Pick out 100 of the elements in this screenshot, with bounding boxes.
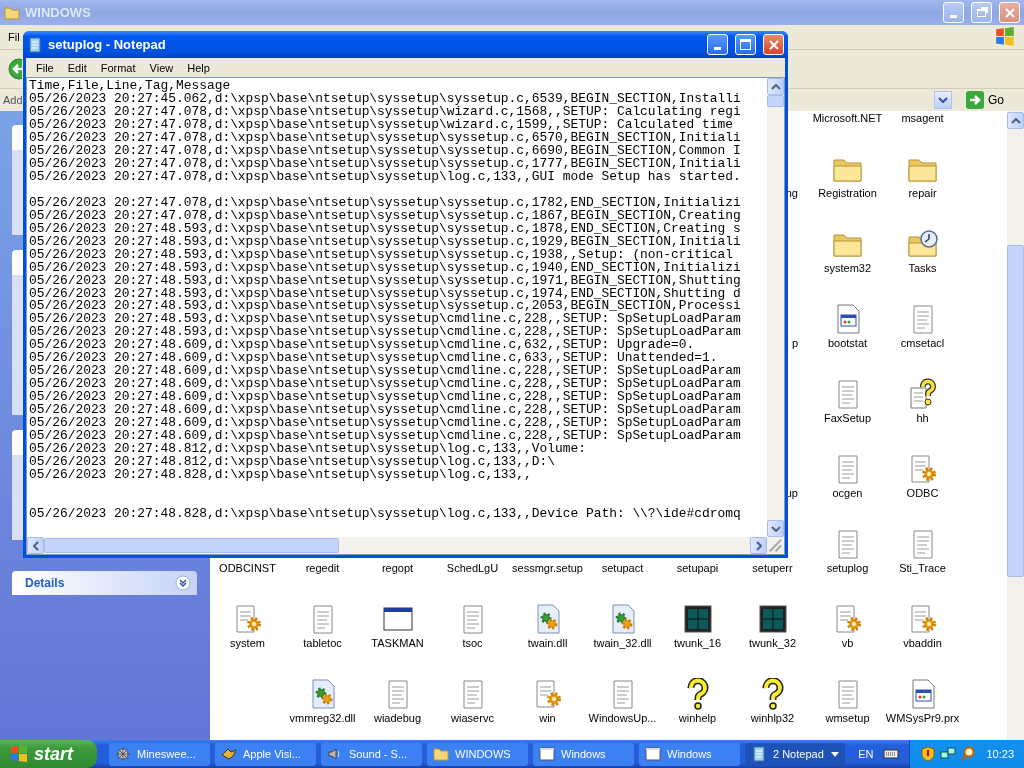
menu-item[interactable]: Edit	[63, 61, 91, 74]
file-label[interactable]: vbaddin	[903, 637, 942, 649]
window-title: WINDOWS	[25, 5, 91, 20]
caret-icon	[1010, 117, 1021, 124]
file-label[interactable]: Registration	[818, 187, 877, 199]
scroll-up-button[interactable]	[1007, 112, 1024, 129]
network-icon[interactable]	[940, 746, 957, 762]
file-label[interactable]: Sti_Trace	[899, 562, 946, 574]
window-icon	[645, 746, 661, 762]
file-label[interactable]: tsoc	[462, 637, 483, 649]
file-label[interactable]: ODBCINST	[219, 562, 276, 574]
file-label[interactable]: ocgen	[832, 487, 863, 499]
dropdown-button[interactable]	[934, 91, 952, 109]
file-label[interactable]: setuplog	[826, 562, 869, 574]
keyboard-icon[interactable]	[883, 748, 900, 760]
arrow-icon	[966, 91, 984, 109]
file-label[interactable]: wiadebug	[373, 712, 422, 724]
clock: 10:23	[986, 748, 1014, 760]
scroll-up-button[interactable]	[767, 78, 784, 95]
taskbar-button[interactable]: 2 Notepad	[745, 742, 845, 766]
file-label[interactable]: FaxSetup	[823, 412, 872, 424]
file-label[interactable]: WMSysPr9.prx	[885, 712, 960, 724]
scroll-thumb[interactable]	[44, 538, 339, 553]
file-label[interactable]: twunk_32	[748, 637, 797, 649]
file-label[interactable]: TASKMAN	[371, 637, 424, 649]
file-label[interactable]: twain_32.dll	[593, 637, 652, 649]
close-button[interactable]	[763, 34, 784, 55]
menu-item[interactable]: Format	[96, 61, 140, 74]
menu-item[interactable]: Help	[183, 61, 214, 74]
file-label[interactable]: setupapi	[676, 562, 719, 574]
close-icon	[1004, 7, 1015, 18]
language-indicator[interactable]: EN	[858, 748, 874, 760]
file-label[interactable]: ODBC	[906, 487, 939, 499]
scroll-down-button[interactable]	[767, 520, 784, 537]
taskbar-button[interactable]: WINDOWS	[427, 742, 528, 766]
file-label[interactable]: repair	[908, 187, 937, 199]
file-label[interactable]: setuperr	[752, 562, 793, 574]
scrollbar[interactable]	[767, 78, 784, 537]
scrollbar[interactable]	[1007, 111, 1024, 740]
menu-item[interactable]: File	[32, 61, 58, 74]
file-label[interactable]: system	[230, 637, 265, 649]
menu-item[interactable]: View	[145, 61, 178, 74]
file-label[interactable]: SchedLgU	[446, 562, 499, 574]
notepad-icon	[27, 36, 43, 53]
maximize-button[interactable]	[735, 34, 756, 55]
file-label[interactable]: wiaservc	[451, 712, 494, 724]
taskbar-button[interactable]: Windows	[533, 742, 634, 766]
caret-icon	[831, 751, 839, 757]
file-label[interactable]: regopt	[381, 562, 414, 574]
start-button[interactable]: start	[0, 740, 97, 768]
mine-icon	[115, 746, 131, 762]
scroll-thumb[interactable]	[767, 95, 784, 107]
file-label[interactable]: vb	[841, 637, 854, 649]
scroll-right-button[interactable]	[750, 537, 767, 554]
close-icon	[768, 39, 779, 50]
file-label[interactable]: vmmreg32.dll	[289, 712, 356, 724]
search-icon[interactable]	[960, 746, 977, 762]
caret-icon	[755, 540, 762, 551]
speaker-icon	[327, 746, 343, 762]
file-label[interactable]: regedit	[305, 562, 340, 574]
folder-icon	[4, 4, 20, 21]
screen-icon	[681, 603, 714, 635]
file-label[interactable]: Microsoft.NET	[812, 112, 883, 124]
details-panel-header[interactable]: Details	[12, 571, 197, 595]
file-label[interactable]: system32	[823, 262, 872, 274]
file-label[interactable]: hh	[916, 412, 929, 424]
file-label[interactable]: twain.dll	[527, 637, 568, 649]
taskbar-button[interactable]: Windows	[639, 742, 740, 766]
file-label[interactable]: setupact	[601, 562, 644, 574]
caret-icon	[32, 540, 39, 551]
caret-icon	[938, 97, 948, 103]
file-label[interactable]: cmsetacl	[900, 337, 945, 349]
minimize-button[interactable]	[707, 34, 728, 55]
file-label[interactable]: p	[791, 337, 798, 349]
taskbar-button[interactable]: Mineswee...	[109, 742, 210, 766]
window-icon	[539, 746, 555, 762]
file-label[interactable]: winhlp32	[750, 712, 795, 724]
scroll-left-button[interactable]	[27, 537, 44, 554]
file-label[interactable]: WindowsUp...	[588, 712, 657, 724]
file-label[interactable]: Tasks	[908, 262, 937, 274]
taskbar-button[interactable]: Sound - S...	[321, 742, 422, 766]
resize-grip-icon[interactable]	[767, 537, 784, 554]
back-icon[interactable]	[8, 58, 22, 80]
windows-logo-icon	[994, 26, 1016, 48]
folder-icon	[433, 746, 449, 762]
scrollbar[interactable]	[27, 537, 767, 554]
shield-icon[interactable]	[920, 746, 937, 762]
file-label[interactable]: sessmgr.setup	[512, 562, 583, 574]
file-label[interactable]: tabletoc	[303, 637, 342, 649]
menu-item[interactable]: Fil	[8, 31, 26, 43]
taskbar-button[interactable]: Apple Visi...	[215, 742, 316, 766]
go-button[interactable]: Go	[966, 91, 1022, 109]
file-label[interactable]: msagent	[901, 112, 944, 124]
file-label[interactable]: bootstat	[827, 337, 868, 349]
file-label[interactable]: win	[539, 712, 556, 724]
file-label[interactable]: wmsetup	[825, 712, 870, 724]
file-label[interactable]: winhelp	[678, 712, 717, 724]
scroll-thumb[interactable]	[1007, 245, 1024, 577]
file-label[interactable]: twunk_16	[673, 637, 722, 649]
caret-icon	[770, 83, 781, 90]
